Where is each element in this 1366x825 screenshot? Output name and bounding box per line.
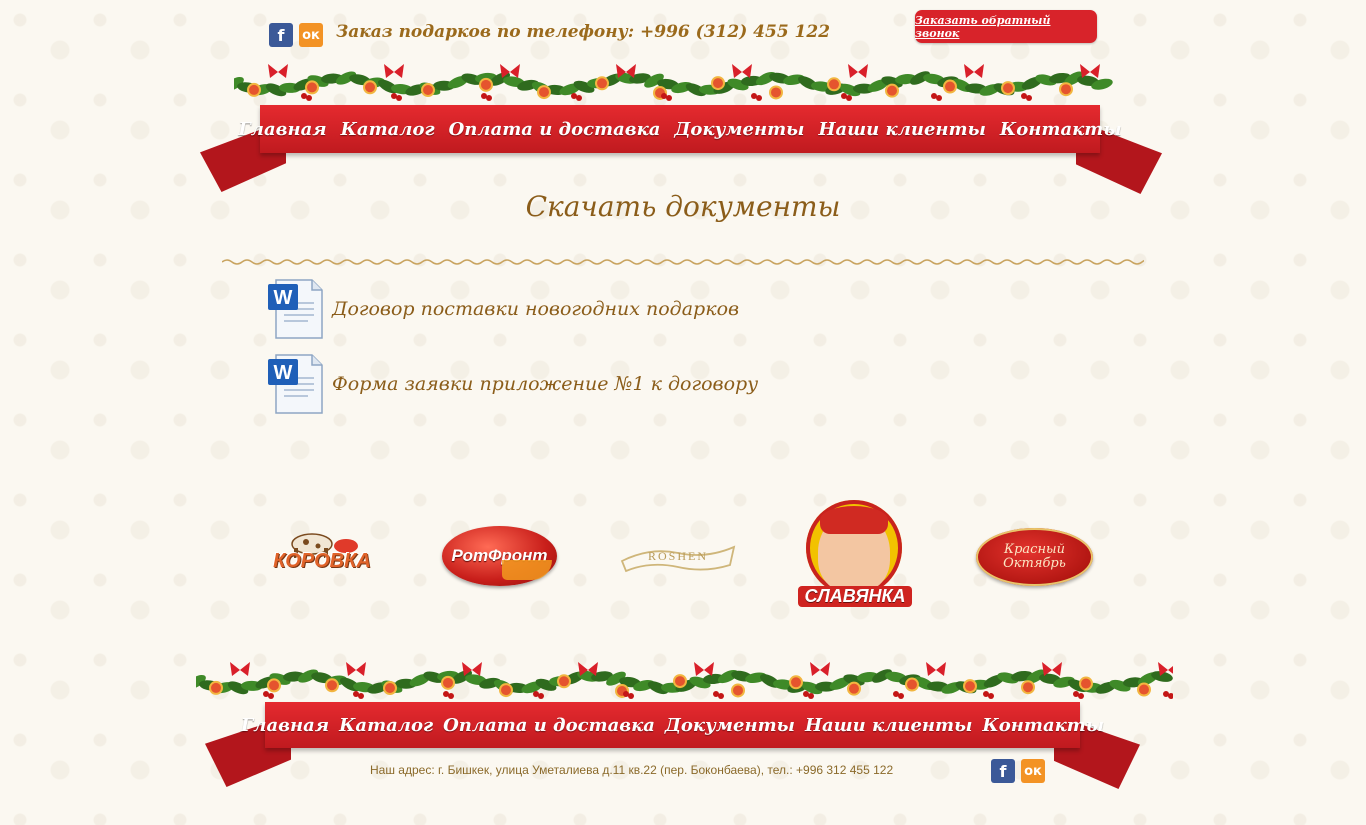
footer-nav-payment-delivery[interactable]: Оплата и доставка — [443, 715, 655, 736]
brand-logo-label: Красный Октябрь — [1003, 542, 1066, 571]
odnoklassniki-icon[interactable]: ок — [1021, 759, 1045, 783]
document-item: W Договор поставки новогодних подарков — [268, 278, 739, 340]
christmas-garland-top — [234, 64, 1113, 101]
word-document-icon[interactable]: W — [268, 353, 324, 415]
nav-documents[interactable]: Документы — [674, 119, 804, 140]
document-link-contract[interactable]: Договор поставки новогодних подарков — [332, 298, 739, 320]
page-title: Скачать документы — [525, 190, 841, 223]
brand-logo-krasny-oktyabr[interactable]: Красный Октябрь — [976, 528, 1093, 586]
footer-nav-clients[interactable]: Наши клиенты — [805, 715, 972, 736]
nav-home[interactable]: Главная — [238, 119, 326, 140]
nav-payment-delivery[interactable]: Оплата и доставка — [449, 119, 661, 140]
callback-request-button[interactable]: Заказать обратный звонок — [915, 10, 1097, 43]
brand-logo-rotfront[interactable]: РотФронт — [442, 526, 557, 586]
word-document-icon[interactable]: W — [268, 278, 324, 340]
christmas-garland-bottom — [196, 662, 1173, 699]
footer-address: Наш адрес: г. Бишкек, улица Уметалиева д… — [370, 763, 894, 777]
brand-logo-label: ROSHEN — [647, 549, 708, 563]
brand-logo-roshen[interactable]: ROSHEN — [620, 543, 736, 573]
document-link-order-form[interactable]: Форма заявки приложение №1 к договору — [332, 373, 758, 395]
facebook-icon[interactable]: f — [991, 759, 1015, 783]
footer-nav-documents[interactable]: Документы — [665, 715, 795, 736]
nav-contacts[interactable]: Контакты — [1000, 119, 1122, 140]
odnoklassniki-icon[interactable]: ок — [299, 23, 323, 47]
wavy-divider — [222, 259, 1144, 265]
brand-logo-label: СЛАВЯНКА — [798, 586, 912, 607]
order-phone-text: Заказ подарков по телефону: +996 (312) 4… — [336, 22, 831, 42]
slavyanka-kokoshnik — [820, 506, 888, 534]
footer-nav-home[interactable]: Главная — [241, 715, 329, 736]
main-nav: Главная Каталог Оплата и доставка Докуме… — [238, 105, 1122, 153]
svg-text:W: W — [274, 362, 293, 384]
footer-nav: Главная Каталог Оплата и доставка Докуме… — [241, 702, 1104, 748]
svg-text:W: W — [274, 287, 293, 309]
document-item: W Форма заявки приложение №1 к договору — [268, 353, 758, 415]
brand-logo-korovka[interactable]: КОРОВКА — [262, 528, 382, 580]
footer-nav-contacts[interactable]: Контакты — [982, 715, 1104, 736]
brand-logo-label: КОРОВКА — [273, 550, 371, 572]
nav-clients[interactable]: Наши клиенты — [818, 119, 985, 140]
footer-nav-catalog[interactable]: Каталог — [339, 715, 433, 736]
nav-catalog[interactable]: Каталог — [341, 119, 435, 140]
facebook-icon[interactable]: f — [269, 23, 293, 47]
rotfront-swoosh — [502, 560, 552, 580]
brand-logo-slavyanka[interactable]: СЛАВЯНКА — [798, 500, 912, 614]
